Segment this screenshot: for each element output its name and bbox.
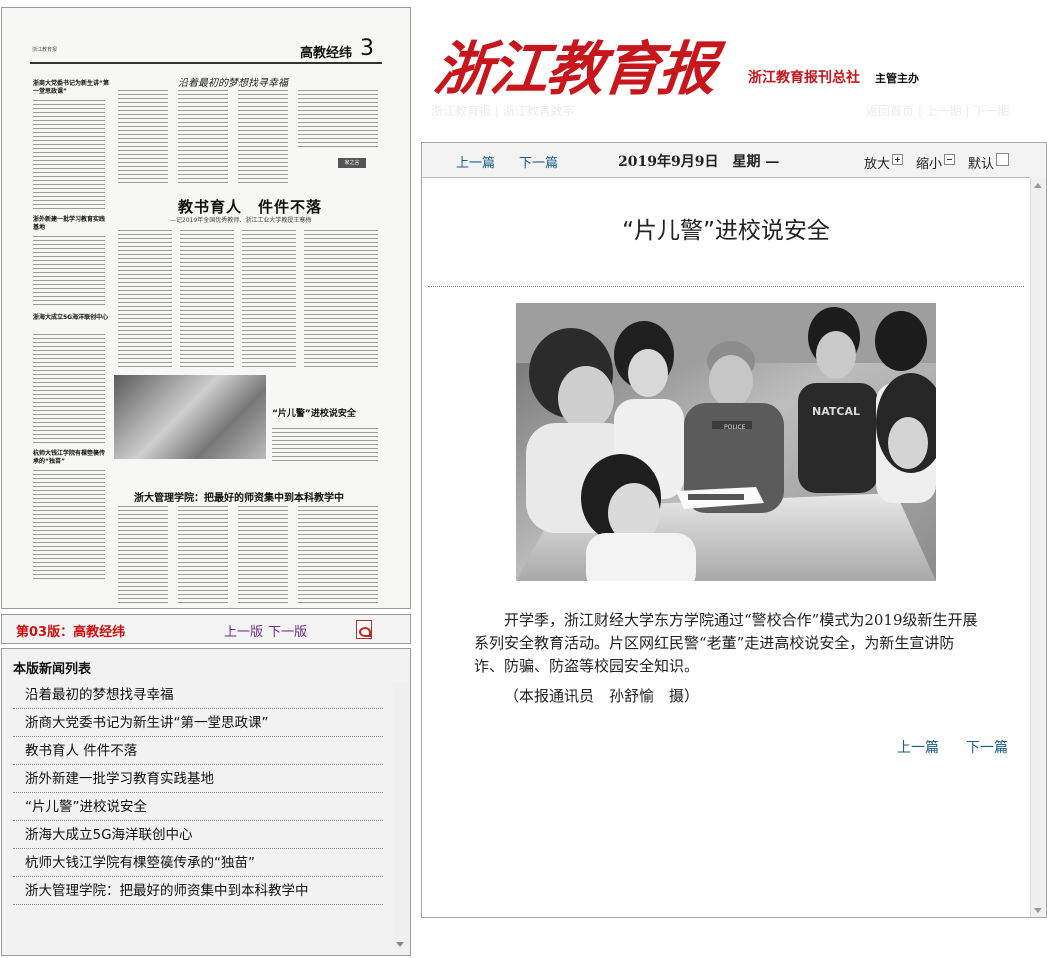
article-scrollbar[interactable] xyxy=(1030,177,1046,917)
news-list-item[interactable]: 杭师大钱江学院有棵箜篌传承的“独苗” xyxy=(13,850,383,877)
article-frame: 上一篇 下一篇 2019年9月9日 星期 — 放大 缩小 默认 “片儿警”进校说… xyxy=(421,142,1047,918)
issue-date: 2019年9月9日 星期 — xyxy=(618,154,780,170)
thumb-text-block xyxy=(272,428,378,464)
news-list: 沿着最初的梦想找寻幸福 浙商大党委书记为新生讲“第一堂思政课” 教书育人 件件不… xyxy=(13,682,383,906)
article-toolbar: 上一篇 下一篇 2019年9月9日 星期 — 放大 缩小 默认 xyxy=(422,143,1046,178)
thumb-headline-bottom: 浙大管理学院：把最好的师资集中到本科教学中 xyxy=(134,493,344,504)
article-title: “片儿警”进校说安全 xyxy=(622,218,830,244)
article-photo: POLICE NATCAL xyxy=(516,303,936,581)
bottom-next-article-link[interactable]: 下一篇 xyxy=(966,737,1008,757)
default-text-button[interactable]: 默认 xyxy=(968,153,994,172)
pdf-icon[interactable] xyxy=(356,620,372,639)
photo-credit: （本报通讯员 孙舒愉 摄） xyxy=(504,687,700,705)
thumb-text-block xyxy=(178,90,228,186)
news-list-scrollbar[interactable] xyxy=(393,682,408,953)
thumb-side-headline-3: 浙海大成立5G海洋联创中心 xyxy=(33,314,109,321)
scroll-up-icon[interactable] xyxy=(1034,183,1042,188)
thumb-text-block xyxy=(178,506,228,604)
thumb-text-block xyxy=(33,100,105,210)
site-nav-links[interactable]: 浙江教育报 | 浙江教育数字 xyxy=(431,102,575,119)
news-list-item[interactable]: 浙商大党委书记为新生讲“第一堂思政课” xyxy=(13,710,383,737)
prev-article-link[interactable]: 上一篇 xyxy=(456,152,495,171)
newspaper-page-thumbnail[interactable]: 浙江教育报 高教经纬 3 沿着最初的梦想找寻幸福 浙商大党委书记为新生讲“第一堂… xyxy=(1,7,411,609)
thumb-photo-caption: “片儿警”进校说安全 xyxy=(272,409,356,419)
thumb-paper-name: 浙江教育报 xyxy=(32,47,58,53)
supervisor-label: 主管主办 xyxy=(875,72,919,85)
thumb-side-headline-2: 浙外新建一批学习教育实践基地 xyxy=(33,216,106,231)
thumb-text-block xyxy=(33,334,105,444)
scroll-down-icon[interactable] xyxy=(396,942,404,947)
thumb-side-headline-4: 杭师大钱江学院有棵箜篌传承的“独苗” xyxy=(33,450,106,465)
thumb-text-block xyxy=(238,506,288,604)
thumb-text-block xyxy=(118,90,168,186)
plus-icon[interactable] xyxy=(892,154,903,165)
thumb-section-title: 高教经纬 xyxy=(300,46,353,61)
news-list-item[interactable]: 浙海大成立5G海洋联创中心 xyxy=(13,822,383,849)
thumb-side-headline-1: 浙商大党委书记为新生讲“第一堂思政课” xyxy=(33,80,109,95)
news-list-item[interactable]: 浙大管理学院：把最好的师资集中到本科教学中 xyxy=(13,878,383,905)
title-divider xyxy=(428,286,1024,287)
article-body: 开学季，浙江财经大学东方学院通过“警校合作”模式为2019级新生开展系列安全教育… xyxy=(474,611,978,675)
thumb-column-stamp: 家之言 xyxy=(338,158,366,168)
minus-icon[interactable] xyxy=(944,154,955,165)
prev-page-link[interactable]: 上一版 xyxy=(224,621,263,640)
issue-nav-links[interactable]: 返回首页 | 上一期 | 下一期 xyxy=(866,102,1009,119)
news-list-item[interactable]: “片儿警”进校说安全 xyxy=(13,794,383,821)
enlarge-text-button[interactable]: 放大 xyxy=(864,153,890,172)
thumb-headline-main: 教书育人 件件不落 xyxy=(178,198,323,216)
edition-label: 第03版：高教经纬 xyxy=(16,625,126,640)
thumb-headline-sub: —记2019年全国优秀教师、浙江工业大学教授王寒梅 xyxy=(170,217,312,224)
checkbox-icon[interactable] xyxy=(996,153,1009,166)
tshirt-text: NATCAL xyxy=(812,405,860,418)
thumb-news-photo xyxy=(114,375,266,459)
thumb-slogan: 沿着最初的梦想找寻幸福 xyxy=(178,78,288,89)
news-list-item[interactable]: 教书育人 件件不落 xyxy=(13,738,383,765)
masthead: 浙江教育报 浙江教育报刊总社 主管主办 浙江教育报 | 浙江教育数字 返回首页 … xyxy=(421,0,1047,142)
newspaper-logo: 浙江教育报 xyxy=(430,35,719,103)
thumb-text-block xyxy=(118,506,168,604)
thumb-text-block xyxy=(33,236,105,308)
thumb-text-block xyxy=(238,90,288,186)
thumb-text-block xyxy=(180,230,234,368)
thumb-text-block xyxy=(298,506,378,604)
shrink-text-button[interactable]: 缩小 xyxy=(916,153,942,172)
publisher-name: 浙江教育报刊总社 xyxy=(748,70,860,86)
thumb-text-block xyxy=(304,230,378,368)
police-badge-text: POLICE xyxy=(724,424,746,431)
scroll-down-icon[interactable] xyxy=(1034,908,1042,913)
thumb-section-number: 3 xyxy=(360,36,374,61)
thumb-text-block xyxy=(298,90,378,150)
news-list-panel: 本版新闻列表 沿着最初的梦想找寻幸福 浙商大党委书记为新生讲“第一堂思政课” 教… xyxy=(1,648,411,956)
news-list-title: 本版新闻列表 xyxy=(13,662,92,677)
edition-bar: 第03版：高教经纬 上一版 下一版 xyxy=(1,614,411,644)
thumb-text-block xyxy=(118,230,172,368)
next-page-link[interactable]: 下一版 xyxy=(268,621,307,640)
bottom-prev-article-link[interactable]: 上一篇 xyxy=(897,737,939,757)
news-list-item[interactable]: 浙外新建一批学习教育实践基地 xyxy=(13,766,383,793)
thumb-text-block xyxy=(242,230,296,368)
next-article-link[interactable]: 下一篇 xyxy=(519,152,558,171)
thumb-text-block xyxy=(33,470,105,580)
news-list-item[interactable]: 沿着最初的梦想找寻幸福 xyxy=(13,682,383,709)
thumb-top-rule xyxy=(30,62,382,64)
